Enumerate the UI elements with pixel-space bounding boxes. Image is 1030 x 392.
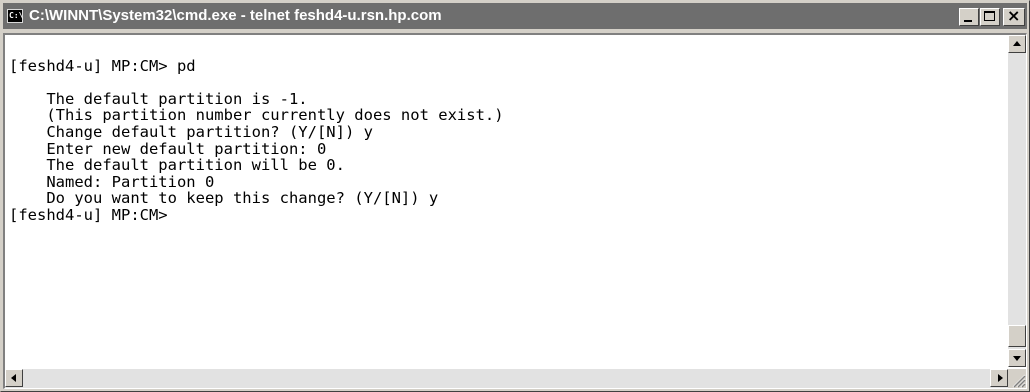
scroll-up-button[interactable]: [1008, 35, 1026, 53]
maximize-button[interactable]: [980, 8, 1000, 26]
console-line: Change default partition? (Y/[N]) y: [9, 122, 373, 141]
console-client-area[interactable]: [feshd4-u] MP:CM> pd The default partiti…: [3, 33, 1027, 389]
console-window-icon[interactable]: C:\: [7, 9, 23, 23]
scroll-down-button[interactable]: [1008, 349, 1026, 367]
console-line: Named: Partition 0: [9, 172, 215, 191]
arrow-right-icon: [998, 374, 1003, 382]
close-button[interactable]: ×: [1003, 6, 1025, 26]
console-line: Enter new default partition: 0: [9, 139, 327, 158]
window-title: C:\WINNT\System32\cmd.exe - telnet feshd…: [29, 7, 442, 24]
title-bar[interactable]: C:\ C:\WINNT\System32\cmd.exe - telnet f…: [3, 3, 1027, 29]
console-line: [feshd4-u] MP:CM> pd: [9, 56, 196, 75]
horizontal-scrollbar[interactable]: [5, 369, 1008, 388]
console-line: [feshd4-u] MP:CM>: [9, 205, 168, 224]
console-line: The default partition is -1.: [9, 89, 308, 108]
console-line: (This partition number currently does no…: [9, 106, 504, 125]
minimize-icon: [964, 20, 972, 22]
close-icon: ×: [1007, 6, 1021, 25]
minimize-button[interactable]: [959, 8, 979, 26]
console-line: Do you want to keep this change? (Y/[N])…: [9, 189, 439, 208]
resize-grip-icon[interactable]: [1008, 369, 1026, 388]
arrow-down-icon: [1013, 356, 1021, 361]
arrow-left-icon: [11, 374, 16, 382]
console-text: [feshd4-u] MP:CM> pd The default partiti…: [9, 41, 999, 224]
vertical-scrollbar[interactable]: [1008, 35, 1026, 367]
console-line: The default partition will be 0.: [9, 156, 345, 175]
console-icon-glyph: C:\: [9, 11, 24, 20]
scroll-left-button[interactable]: [5, 369, 23, 387]
vertical-scroll-thumb[interactable]: [1008, 325, 1026, 347]
console-output[interactable]: [feshd4-u] MP:CM> pd The default partiti…: [9, 41, 999, 359]
maximize-icon: [984, 11, 995, 21]
scroll-right-button[interactable]: [990, 369, 1008, 387]
arrow-up-icon: [1013, 41, 1021, 46]
console-window: C:\ C:\WINNT\System32\cmd.exe - telnet f…: [0, 0, 1030, 392]
